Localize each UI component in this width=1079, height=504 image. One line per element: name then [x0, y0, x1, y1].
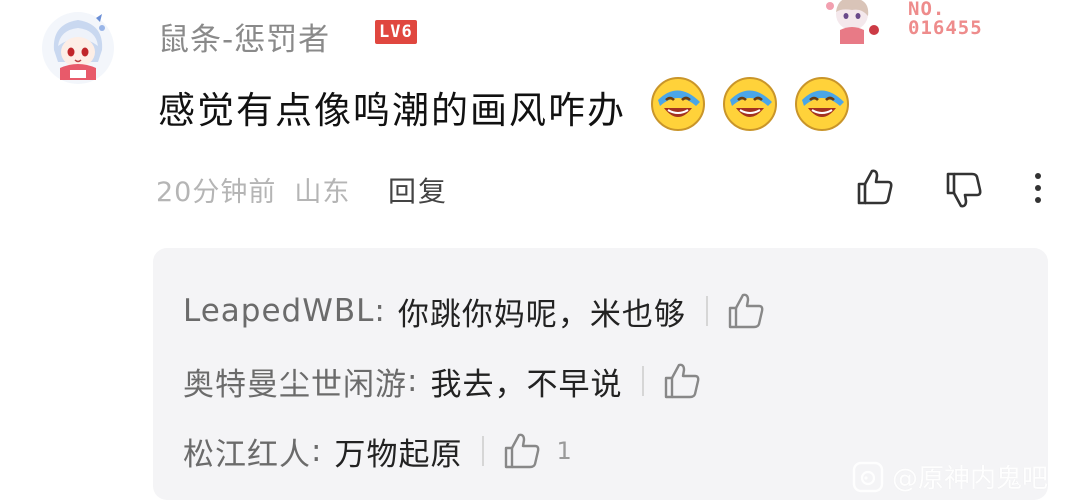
thumbs-up-icon[interactable]	[726, 291, 766, 331]
pendant-number: NO. 016455	[908, 0, 983, 38]
comment-text: 感觉有点像鸣潮的画风咋办	[158, 89, 626, 132]
user-avatar[interactable]	[40, 10, 116, 86]
reply-item[interactable]: 奥特曼尘世闲游: 我去，不早说	[183, 359, 702, 403]
laughing-cry-emoji	[795, 77, 849, 131]
reply-text: 万物起原	[334, 436, 463, 473]
reply-like-count: 1	[556, 437, 573, 465]
comment-time: 20分钟前	[156, 177, 277, 208]
comment-location: 山东	[294, 177, 351, 208]
more-vertical-icon[interactable]	[1027, 170, 1049, 206]
emoji-group	[650, 76, 850, 132]
laughing-cry-emoji	[651, 77, 705, 131]
watermark: @原神内鬼吧	[852, 458, 1048, 495]
thumbs-up-icon[interactable]	[855, 167, 895, 207]
reply-author[interactable]: 奥特曼尘世闲游	[183, 359, 407, 404]
thumbs-up-icon[interactable]	[502, 431, 542, 471]
reply-item[interactable]: LeapedWBL: 你跳你妈呢，米也够	[183, 289, 766, 333]
weibo-icon	[852, 461, 884, 492]
reply-author[interactable]: LeapedWBL	[183, 293, 374, 329]
reply-text: 你跳你妈呢，米也够	[397, 296, 686, 333]
thumbs-up-icon[interactable]	[662, 361, 702, 401]
pendant-number-value: 016455	[908, 17, 983, 39]
watermark-text: @原神内鬼吧	[892, 464, 1049, 494]
reply-button[interactable]: 回复	[388, 170, 448, 210]
reply-divider	[642, 366, 645, 396]
reply-divider	[482, 436, 485, 466]
level-badge: LV6	[375, 20, 417, 44]
comment-username[interactable]: 鼠条-惩罚者	[158, 14, 330, 59]
reply-text: 我去，不早说	[430, 366, 623, 403]
reply-item[interactable]: 松江红人: 万物起原 1	[183, 429, 573, 473]
thumbs-down-icon[interactable]	[944, 170, 984, 210]
comment-meta: 20分钟前 山东	[156, 170, 350, 209]
reply-author[interactable]: 松江红人	[183, 429, 311, 474]
reply-divider	[705, 296, 708, 326]
laughing-cry-emoji	[723, 77, 777, 131]
